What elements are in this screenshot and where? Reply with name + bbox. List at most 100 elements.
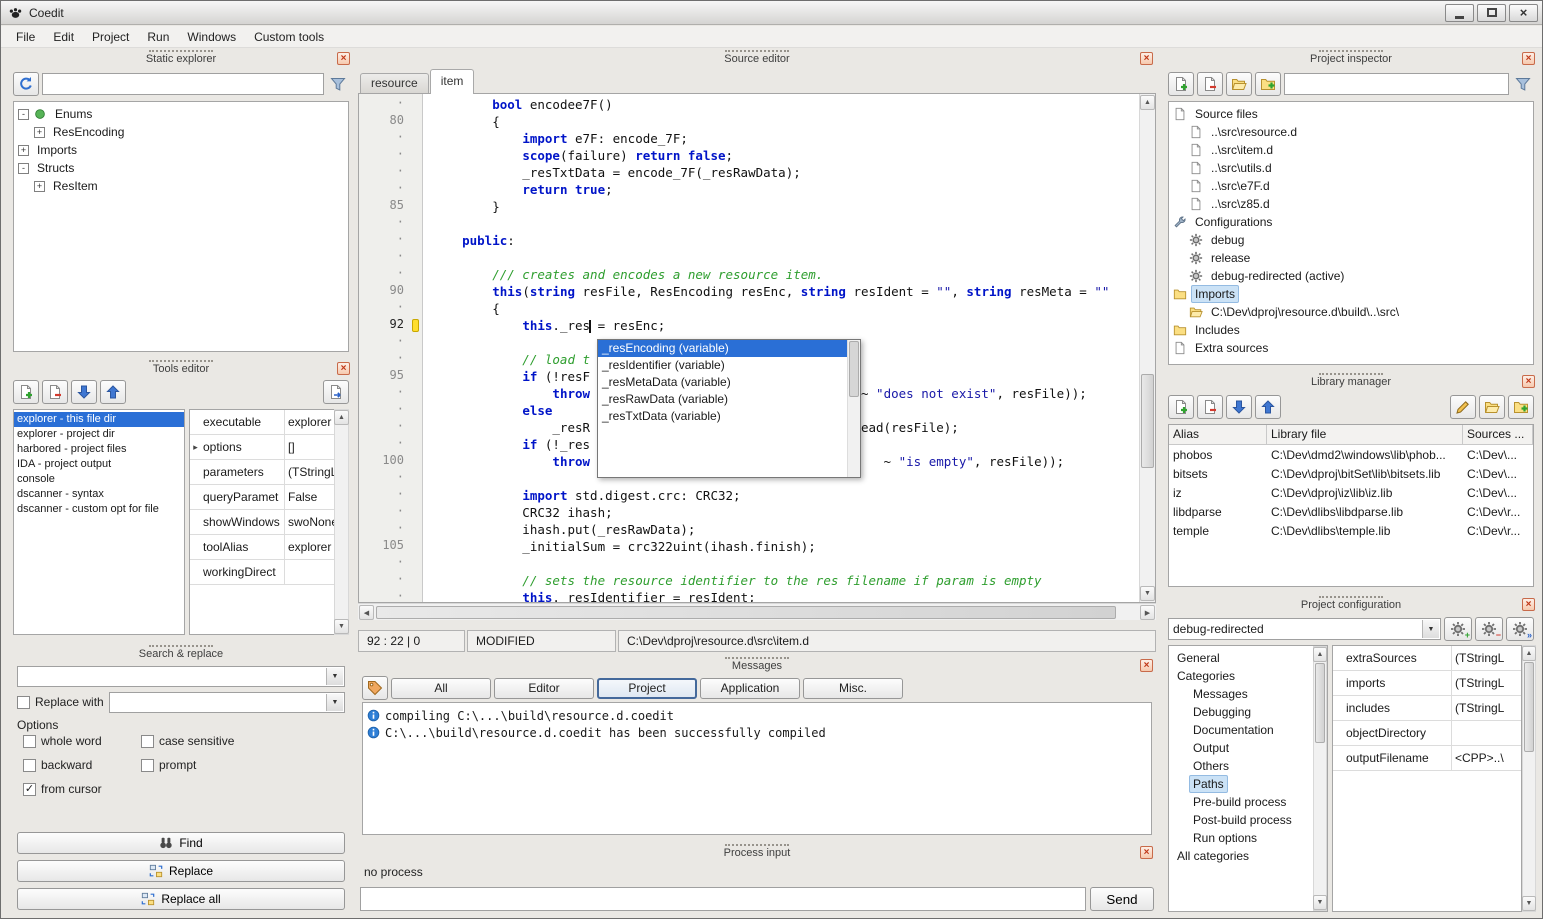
gutter-line[interactable]: · — [359, 249, 422, 266]
gutter-line[interactable]: · — [359, 147, 422, 164]
add-source-button[interactable] — [1168, 72, 1194, 96]
expander-icon[interactable]: - — [18, 163, 29, 174]
scroll-up-button[interactable]: ▲ — [1313, 647, 1327, 662]
scroll-thumb[interactable] — [849, 341, 859, 397]
inspector-src-item-d[interactable]: ..\src\item.d — [1169, 141, 1533, 159]
completion-scrollbar[interactable] — [847, 340, 860, 477]
dropdown-button[interactable]: ▼ — [326, 668, 343, 685]
checkbox-from-cursor[interactable]: ✓from cursor — [23, 782, 141, 796]
tool-dscanner-custom-opt-for-file[interactable]: dscanner - custom opt for file — [14, 502, 184, 517]
inspector-c-dev-dproj-resource-d-build-src[interactable]: C:\Dev\dproj\resource.d\build\..\src\ — [1169, 303, 1533, 321]
category-output[interactable]: Output — [1169, 739, 1312, 757]
completion-item[interactable]: _resEncoding (variable) — [598, 340, 847, 357]
scroll-thumb[interactable] — [1524, 662, 1534, 752]
move-tool-up-button[interactable] — [100, 380, 126, 404]
gutter-line[interactable]: · — [359, 572, 422, 589]
process-input-close-button[interactable]: × — [1140, 846, 1153, 859]
edit-library-button[interactable] — [1450, 395, 1476, 419]
code-line[interactable]: public: — [432, 232, 1138, 249]
expander-icon[interactable]: - — [18, 109, 29, 120]
inspector-debug[interactable]: debug — [1169, 231, 1533, 249]
inspector-includes[interactable]: Includes — [1169, 321, 1533, 339]
close-button[interactable]: × — [1509, 4, 1538, 22]
tools-grid-scrollbar[interactable]: ▲ ▼ — [334, 409, 349, 635]
replace-all-button[interactable]: Replace all — [17, 888, 345, 910]
gutter-line[interactable]: 95 — [359, 368, 422, 385]
project-configuration-close-button[interactable]: × — [1522, 598, 1535, 611]
scroll-down-button[interactable]: ▼ — [1140, 586, 1155, 601]
inspector-src-utils-d[interactable]: ..\src\utils.d — [1169, 159, 1533, 177]
code-line[interactable]: import e7F: encode_7F; — [432, 130, 1138, 147]
category-documentation[interactable]: Documentation — [1169, 721, 1312, 739]
code-line[interactable]: this._resIdentifier = resIdent; — [432, 589, 1138, 602]
column-library-file[interactable]: Library file — [1267, 425, 1463, 445]
filter-project-button[interactable]: Project — [597, 678, 697, 699]
category-others[interactable]: Others — [1169, 757, 1312, 775]
filter-misc-button[interactable]: Misc. — [803, 678, 903, 699]
code-line[interactable] — [432, 215, 1138, 232]
menu-run[interactable]: Run — [138, 27, 178, 47]
gutter-line[interactable]: · — [359, 402, 422, 419]
code-line[interactable]: } — [432, 198, 1138, 215]
symbol-enums[interactable]: -Enums — [14, 105, 348, 123]
inspector-filter-button[interactable] — [1512, 73, 1534, 95]
library-row[interactable]: phobosC:\Dev\dmd2\windows\lib\phob...C:\… — [1169, 445, 1533, 464]
find-button[interactable]: Find — [17, 832, 345, 854]
tool-ida-project-output[interactable]: IDA - project output — [14, 457, 184, 472]
tool-explorer-project-dir[interactable]: explorer - project dir — [14, 427, 184, 442]
tab-resource[interactable]: resource — [360, 73, 429, 93]
replace-term-combo[interactable]: ▼ — [109, 692, 345, 713]
gutter-line[interactable]: · — [359, 487, 422, 504]
gutter-line[interactable]: · — [359, 164, 422, 181]
remove-configuration-button[interactable]: − — [1475, 617, 1503, 641]
add-folder-button[interactable] — [1226, 72, 1252, 96]
add-tool-button[interactable] — [13, 380, 39, 404]
category-categories[interactable]: Categories — [1169, 667, 1312, 685]
inspector-src-e7f-d[interactable]: ..\src\e7F.d — [1169, 177, 1533, 195]
apply-tool-button[interactable] — [323, 380, 349, 404]
code-editor[interactable]: ·80····85····90·92··95····100····105··· … — [358, 93, 1156, 603]
inspector-debug-redirected-active[interactable]: debug-redirected (active) — [1169, 267, 1533, 285]
symbol-filter-input[interactable] — [42, 73, 324, 95]
filter-all-button[interactable]: All — [391, 678, 491, 699]
menu-windows[interactable]: Windows — [178, 27, 245, 47]
completion-item[interactable]: _resMetaData (variable) — [598, 374, 847, 391]
add-library-folder-button[interactable] — [1508, 395, 1534, 419]
dropdown-button[interactable]: ▼ — [1422, 620, 1439, 638]
gutter-line[interactable]: · — [359, 351, 422, 368]
scroll-up-button[interactable]: ▲ — [1140, 95, 1155, 110]
code-line[interactable]: CRC32 ihash; — [432, 504, 1138, 521]
inspector-filter-input[interactable] — [1284, 73, 1509, 95]
gutter-line[interactable]: 85 — [359, 198, 422, 215]
category-paths[interactable]: Paths — [1169, 775, 1312, 793]
column-sources[interactable]: Sources ... — [1463, 425, 1533, 445]
tool-console[interactable]: console — [14, 472, 184, 487]
category-post-build-process[interactable]: Post-build process — [1169, 811, 1312, 829]
checkbox-whole-word[interactable]: whole word — [23, 734, 141, 748]
tools-editor-close-button[interactable]: × — [337, 362, 350, 375]
panel-grip[interactable] — [725, 50, 789, 52]
process-input-field[interactable] — [360, 887, 1086, 911]
library-row[interactable]: bitsetsC:\Dev\dproj\bitSet\lib\bitsets.l… — [1169, 464, 1533, 483]
replace-button[interactable]: Replace — [17, 860, 345, 882]
gutter-line[interactable]: · — [359, 215, 422, 232]
remove-source-button[interactable] — [1197, 72, 1223, 96]
editor-vertical-scrollbar[interactable]: ▲ ▼ — [1139, 93, 1156, 603]
gutter-line[interactable]: · — [359, 300, 422, 317]
completion-item[interactable]: _resTxtData (variable) — [598, 408, 847, 425]
category-run-options[interactable]: Run options — [1169, 829, 1312, 847]
library-row[interactable]: libdparseC:\Dev\dlibs\libdparse.libC:\De… — [1169, 502, 1533, 521]
code-line[interactable]: import std.digest.crc: CRC32; — [432, 487, 1138, 504]
expander-icon[interactable]: + — [34, 181, 45, 192]
gutter-line[interactable]: 105 — [359, 538, 422, 555]
filter-application-button[interactable]: Application — [700, 678, 800, 699]
code-line[interactable]: scope(failure) return false; — [432, 147, 1138, 164]
gutter-line[interactable]: 80 — [359, 113, 422, 130]
inspector-extra-sources[interactable]: Extra sources — [1169, 339, 1533, 357]
send-button[interactable]: Send — [1090, 887, 1154, 911]
menu-custom-tools[interactable]: Custom tools — [245, 27, 333, 47]
code-line[interactable]: /// creates and encodes a new resource i… — [432, 266, 1138, 283]
dropdown-button[interactable]: ▼ — [326, 694, 343, 711]
gutter-line[interactable]: · — [359, 470, 422, 487]
scroll-left-button[interactable]: ◀ — [359, 605, 374, 620]
